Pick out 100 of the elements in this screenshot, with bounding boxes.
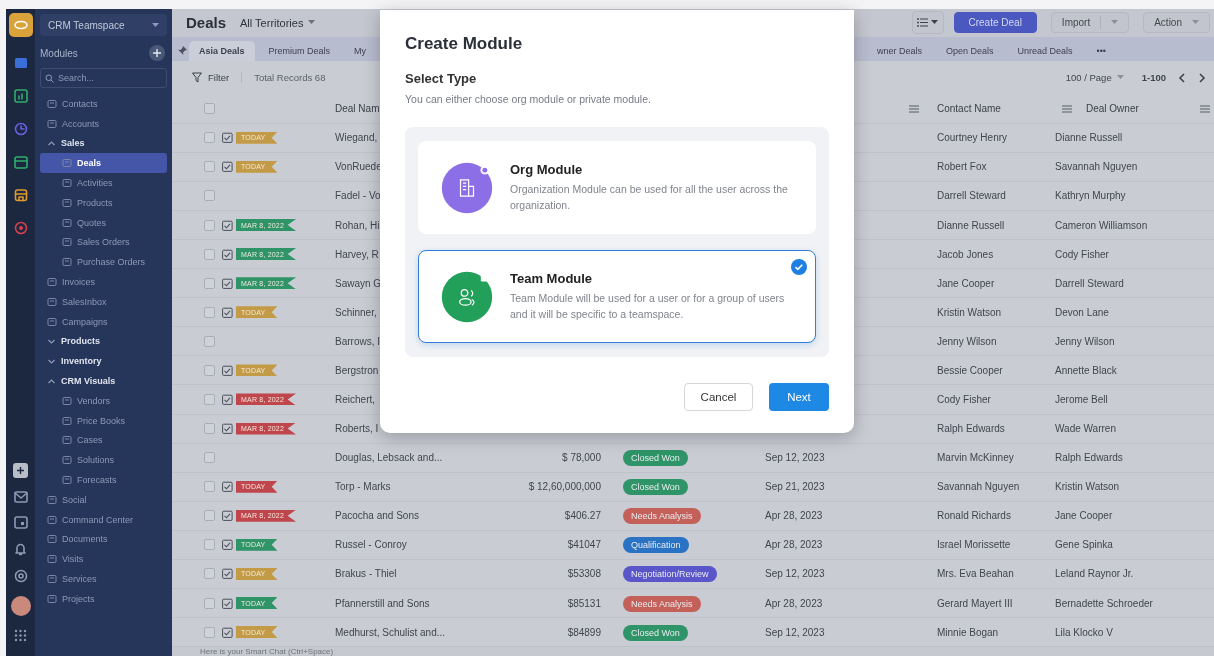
deal-name-link[interactable]: Schinner, — [335, 306, 377, 318]
row-checkbox[interactable] — [204, 452, 215, 464]
deal-name-link[interactable]: Brakus - Thiel — [335, 568, 397, 580]
sidebar-item[interactable]: Purchase Orders — [40, 252, 167, 273]
deal-name-link[interactable]: Russel - Conroy — [335, 539, 407, 551]
deal-name-link[interactable]: Sawayn G — [335, 277, 382, 289]
sidebar-item[interactable]: Visits — [40, 549, 167, 570]
sidebar-group[interactable]: CRM Visuals — [47, 376, 116, 387]
task-icon[interactable] — [222, 364, 233, 376]
deal-name-link[interactable]: Torp - Marks — [335, 481, 391, 493]
chart-icon[interactable] — [13, 89, 28, 103]
mail-icon[interactable] — [13, 491, 28, 503]
task-icon[interactable] — [222, 539, 233, 551]
sidebar-item[interactable]: Price Books — [40, 410, 167, 431]
task-icon[interactable] — [222, 423, 233, 435]
create-button[interactable]: Create Deal — [953, 12, 1037, 34]
more-tabs-button[interactable]: ••• — [1086, 40, 1116, 61]
settings-icon[interactable] — [13, 569, 28, 583]
row-checkbox[interactable] — [204, 539, 215, 551]
task-icon[interactable] — [222, 597, 233, 609]
chevron-up-icon[interactable] — [47, 376, 56, 386]
sidebar-item[interactable]: Sales Orders — [40, 232, 167, 253]
sidebar-item[interactable]: Deals — [40, 153, 167, 174]
deal-name-link[interactable]: Pacocha and Sons — [335, 510, 419, 522]
row-checkbox[interactable] — [204, 277, 215, 289]
task-icon[interactable] — [222, 568, 233, 580]
chevron-up-icon[interactable] — [47, 139, 56, 148]
cancel-button[interactable]: Cancel — [684, 383, 753, 411]
store-icon[interactable] — [13, 188, 28, 202]
add-module-button[interactable] — [149, 45, 165, 61]
deal-name-link[interactable]: Rohan, Hi — [335, 219, 380, 231]
clock-icon[interactable] — [13, 122, 28, 136]
next-page-icon[interactable] — [1198, 72, 1206, 83]
sidebar-item[interactable]: Command Center — [40, 509, 167, 530]
sidebar-item[interactable]: Contacts — [40, 94, 167, 114]
bell-icon[interactable] — [14, 542, 27, 556]
task-icon[interactable] — [222, 161, 233, 173]
action-button[interactable]: Action — [1143, 12, 1210, 34]
row-checkbox[interactable] — [204, 248, 215, 260]
deal-name-link[interactable]: Douglas, Lebsack and... — [335, 452, 443, 464]
sidebar-item[interactable]: Services — [40, 569, 167, 589]
avatar[interactable] — [10, 596, 31, 616]
sidebar-item[interactable]: Solutions — [40, 450, 167, 471]
logo-icon[interactable] — [8, 13, 33, 37]
sidebar-item[interactable]: Cases — [40, 430, 167, 451]
sidebar-group[interactable]: Sales — [47, 138, 85, 149]
sidebar-item[interactable]: Vendors — [40, 390, 167, 411]
deal-name-link[interactable]: Barrows, I — [335, 335, 380, 347]
task-icon[interactable] — [222, 219, 233, 231]
row-checkbox[interactable] — [204, 103, 215, 115]
calendar-icon[interactable] — [13, 516, 28, 529]
row-checkbox[interactable] — [204, 190, 215, 202]
sidebar-group[interactable]: Products — [47, 336, 100, 347]
task-icon[interactable] — [222, 393, 233, 405]
deal-name-link[interactable]: Fadel - Vo — [335, 190, 381, 202]
row-checkbox[interactable] — [204, 393, 215, 405]
deal-name-link[interactable]: Medhurst, Schulist and... — [335, 626, 446, 638]
page-size-dropdown[interactable]: 100 / Page — [1065, 72, 1124, 84]
sidebar-item[interactable]: Campaigns — [40, 311, 167, 332]
sidebar-item[interactable]: Invoices — [40, 272, 167, 292]
view-tab[interactable]: Unread Deals — [1007, 40, 1083, 61]
deal-name-link[interactable]: Wiegand, — [335, 132, 378, 144]
workspace-selector[interactable]: CRM Teamspace — [40, 14, 167, 36]
row-checkbox[interactable] — [204, 335, 215, 347]
row-checkbox[interactable] — [204, 597, 215, 609]
sidebar-item[interactable]: Social — [40, 489, 167, 510]
task-icon[interactable] — [222, 132, 233, 144]
add-button[interactable] — [13, 463, 28, 478]
task-icon[interactable] — [222, 277, 233, 289]
row-checkbox[interactable] — [204, 568, 215, 580]
apps-grid-icon[interactable] — [14, 629, 27, 642]
deal-name-link[interactable]: VonRuede — [335, 161, 382, 173]
task-icon[interactable] — [222, 248, 233, 260]
task-icon[interactable] — [222, 306, 233, 318]
row-checkbox[interactable] — [204, 364, 215, 376]
sidebar-group[interactable]: Inventory — [47, 356, 102, 367]
task-icon[interactable] — [222, 626, 233, 638]
folder-icon[interactable] — [13, 56, 28, 70]
filter-button[interactable]: Filter — [192, 72, 230, 84]
next-button[interactable]: Next — [769, 383, 829, 411]
row-checkbox[interactable] — [204, 423, 215, 435]
sidebar-item[interactable]: SalesInbox — [40, 291, 167, 312]
row-checkbox[interactable] — [204, 132, 215, 144]
target-icon[interactable] — [13, 221, 28, 235]
row-checkbox[interactable] — [204, 481, 215, 493]
deal-name-link[interactable]: Bergstron — [335, 364, 379, 376]
task-icon[interactable] — [222, 481, 233, 493]
view-tab[interactable]: Asia Deals — [189, 40, 255, 61]
sidebar-item[interactable]: Products — [40, 193, 167, 213]
calendar-icon[interactable] — [13, 155, 28, 169]
view-tab[interactable]: My — [344, 40, 377, 61]
sidebar-item[interactable]: Quotes — [40, 212, 167, 233]
previous-page-icon[interactable] — [1178, 72, 1186, 83]
deal-name-link[interactable]: Reichert, — [335, 393, 375, 405]
row-checkbox[interactable] — [204, 306, 215, 318]
row-checkbox[interactable] — [204, 161, 215, 173]
import-button[interactable]: Import — [1050, 12, 1130, 34]
pin-icon[interactable] — [178, 45, 187, 55]
deal-name-link[interactable]: Harvey, R — [335, 248, 379, 260]
view-tab[interactable]: wner Deals — [866, 40, 932, 61]
